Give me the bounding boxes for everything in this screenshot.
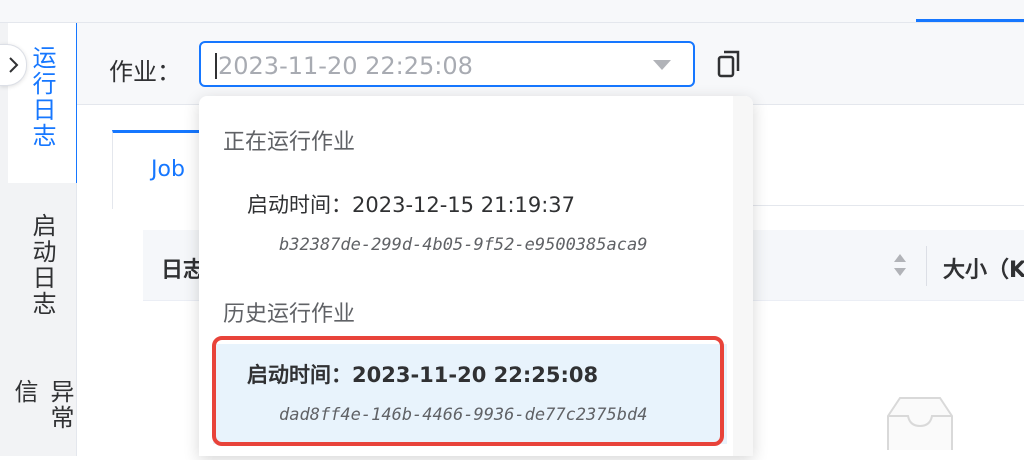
tab-job[interactable]: Job: [112, 130, 209, 209]
text-caret: [215, 53, 217, 79]
dropdown-arrow-icon[interactable]: [653, 60, 671, 70]
tab-start-log[interactable]: 启动日志: [8, 205, 76, 355]
top-tab-indicator: [916, 19, 1024, 22]
copy-icon: [717, 50, 740, 78]
column-header-size[interactable]: 大小（K: [943, 252, 1024, 284]
group-title-running: 正在运行作业: [223, 130, 356, 155]
tab-job-label: Job: [151, 157, 185, 182]
tab-exception-label: 异常信: [10, 379, 74, 431]
top-strip: [0, 0, 1024, 23]
option-job-id: b32387de-299d-4b05-9f52-e9500385aca9: [279, 235, 648, 255]
job-label: 作业：: [109, 58, 181, 86]
empty-box-icon: [880, 390, 960, 456]
tab-run-log-label: 运行日志: [28, 45, 56, 149]
copy-button[interactable]: [716, 49, 742, 79]
group-title-history: 历史运行作业: [223, 302, 356, 327]
chevron-right-icon: [9, 57, 19, 73]
job-select[interactable]: 2023-11-20 22:25:08: [199, 41, 695, 87]
column-divider: [926, 246, 927, 286]
sort-icon[interactable]: [891, 250, 909, 280]
tab-start-log-label: 启动日志: [28, 213, 56, 317]
job-select-value: 2023-11-20 22:25:08: [218, 52, 473, 80]
option-start-time: 启动时间：2023-12-15 21:19:37: [247, 193, 576, 217]
annotation-highlight-box: [212, 336, 724, 446]
dropdown-scrollbar[interactable]: [733, 96, 753, 456]
tab-exception[interactable]: 异常信: [8, 375, 76, 456]
